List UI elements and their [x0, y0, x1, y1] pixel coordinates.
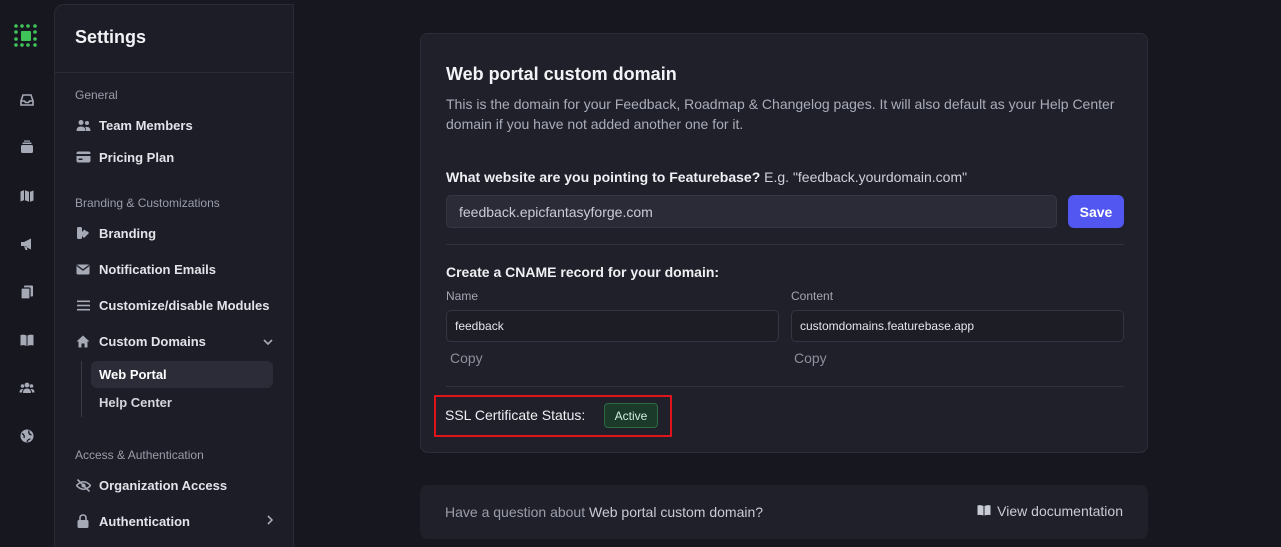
- help-text: Have a question about Web portal custom …: [445, 504, 763, 520]
- domain-input[interactable]: [446, 195, 1057, 228]
- sidebar-divider: [55, 72, 293, 73]
- cname-name-field[interactable]: feedback: [446, 310, 779, 342]
- card-description: This is the domain for your Feedback, Ro…: [446, 96, 1115, 132]
- sidebar-item-label: Branding: [99, 225, 157, 241]
- credit-card-icon: [75, 149, 91, 165]
- submenu-guide-line: [81, 361, 82, 417]
- book-icon: [977, 503, 991, 519]
- name-label: Name: [446, 289, 479, 303]
- mail-icon: [75, 261, 91, 277]
- domain-example: E.g. "feedback.yourdomain.com": [764, 169, 968, 185]
- view-documentation-link[interactable]: View documentation: [977, 503, 1123, 519]
- sidebar-item-pricing-plan[interactable]: Pricing Plan: [75, 145, 273, 169]
- list-icon: [75, 297, 91, 313]
- section-general: General: [75, 88, 118, 102]
- card-title: Web portal custom domain: [446, 64, 677, 84]
- home-icon: [75, 333, 91, 349]
- app-logo-icon[interactable]: [13, 23, 39, 49]
- globe-icon[interactable]: [17, 426, 37, 446]
- swatch-icon: [75, 225, 91, 241]
- megaphone-icon[interactable]: [17, 234, 37, 254]
- sidebar-item-customize-modules[interactable]: Customize/disable Modules: [75, 293, 273, 317]
- team-icon: [75, 117, 91, 133]
- layers-icon[interactable]: [17, 137, 37, 157]
- help-bar: Have a question about Web portal custom …: [420, 485, 1148, 539]
- copy-content-button[interactable]: Copy: [794, 350, 827, 366]
- sidebar-item-custom-domains[interactable]: Custom Domains: [75, 329, 273, 353]
- cname-title: Create a CNAME record for your domain:: [446, 264, 720, 280]
- save-button[interactable]: Save: [1068, 195, 1124, 228]
- copy-name-button[interactable]: Copy: [450, 350, 483, 366]
- domain-question: What website are you pointing to Feature…: [446, 169, 967, 185]
- map-icon[interactable]: [17, 186, 37, 206]
- sidebar-item-label: Pricing Plan: [99, 149, 175, 165]
- lock-icon: [75, 513, 91, 529]
- sidebar-subitem-web-portal[interactable]: Web Portal: [91, 361, 273, 388]
- sidebar-title: Settings: [75, 27, 147, 47]
- sidebar-item-organization-access[interactable]: Organization Access: [75, 473, 273, 497]
- divider: [446, 386, 1124, 387]
- icon-rail: [0, 0, 54, 547]
- chevron-right-icon[interactable]: [267, 514, 274, 528]
- sidebar-item-branding[interactable]: Branding: [75, 221, 273, 245]
- custom-domain-card: Web portal custom domain This is the dom…: [420, 33, 1148, 453]
- users-icon[interactable]: [17, 378, 37, 398]
- cname-content-field[interactable]: customdomains.featurebase.app: [791, 310, 1124, 342]
- inbox-icon[interactable]: [17, 90, 37, 110]
- sidebar-item-notification-emails[interactable]: Notification Emails: [75, 257, 273, 281]
- eye-off-icon: [75, 477, 91, 493]
- divider: [446, 244, 1124, 245]
- ssl-status-label: SSL Certificate Status:: [445, 407, 586, 423]
- sidebar-item-label: Authentication: [99, 513, 190, 529]
- content-label: Content: [791, 289, 834, 303]
- sidebar-item-label: Notification Emails: [99, 261, 217, 277]
- book-icon[interactable]: [17, 330, 37, 350]
- settings-sidebar: Settings General Team Members Pricing Pl…: [54, 4, 294, 547]
- sidebar-item-label: Custom Domains: [99, 333, 206, 349]
- domain-question-text: What website are you pointing to Feature…: [446, 169, 761, 185]
- sidebar-item-label: Team Members: [99, 117, 193, 133]
- section-branding: Branding & Customizations: [75, 196, 220, 210]
- documents-icon[interactable]: [17, 282, 37, 302]
- sidebar-item-label: Customize/disable Modules: [99, 297, 270, 313]
- view-documentation-label: View documentation: [997, 503, 1123, 519]
- chevron-down-icon[interactable]: [263, 334, 273, 348]
- help-prefix: Have a question about: [445, 504, 589, 520]
- sidebar-subitem-help-center[interactable]: Help Center: [91, 389, 273, 416]
- sidebar-item-team-members[interactable]: Team Members: [75, 113, 273, 137]
- section-access: Access & Authentication: [75, 448, 204, 462]
- sidebar-item-label: Organization Access: [99, 477, 228, 493]
- status-badge: Active: [604, 403, 658, 428]
- sidebar-item-authentication[interactable]: Authentication: [75, 509, 274, 533]
- help-topic: Web portal custom domain?: [589, 504, 764, 520]
